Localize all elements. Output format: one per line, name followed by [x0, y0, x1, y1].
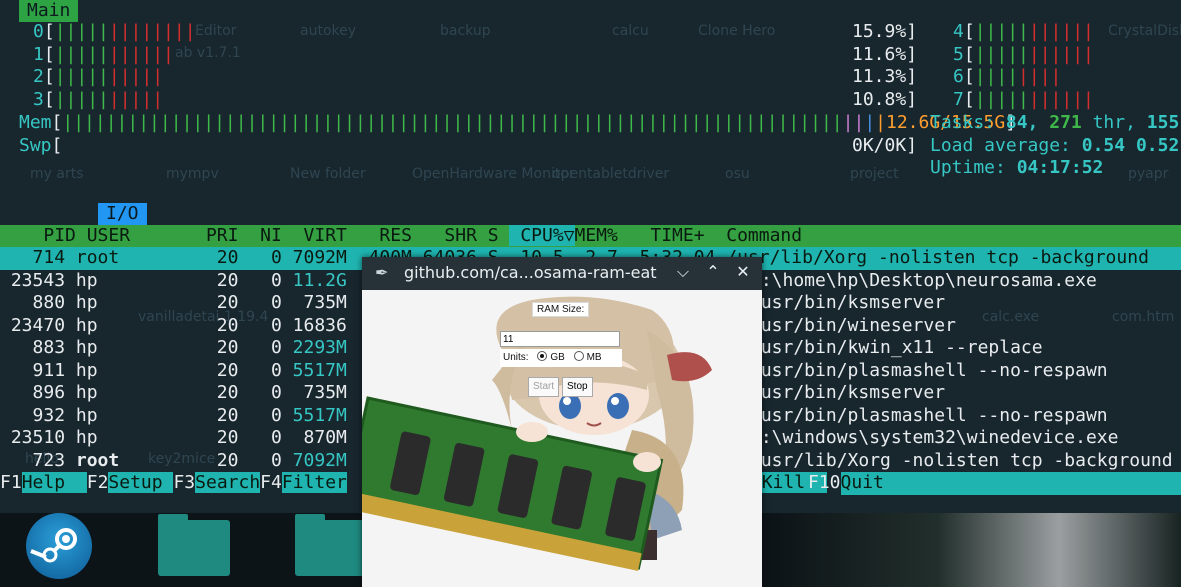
cpu-meter-5: 5[||||||||||| [953, 44, 1094, 65]
table-row[interactable]: 932 hp 20 0 5517M/usr/bin/plasmashell --… [0, 405, 1108, 428]
chevron-up-icon[interactable]: ⌃ [702, 261, 724, 283]
table-row[interactable]: 23470 hp 20 0 16836/usr/bin/wineserver [0, 315, 956, 338]
ram-eater-window[interactable]: ✒ github.com/ca...osama-ram-eat ⌵ ⌃ ✕ RA… [362, 257, 762, 587]
close-icon[interactable]: ✕ [732, 261, 754, 283]
load-average: Load average: 0.54 0.52 [930, 135, 1180, 156]
table-row[interactable]: 896 hp 20 0 735M/usr/bin/ksmserver [0, 382, 946, 405]
swp-meter: Swp[ [19, 135, 63, 156]
desktop-icon-label: opentabletdriver [552, 166, 670, 182]
col-time[interactable]: TIME+ [650, 225, 704, 246]
chevron-down-icon[interactable]: ⌵ [672, 261, 694, 283]
cpu-meter-2: 2[|||||||||| [33, 66, 164, 87]
cpu-pct-1: 11.6%] [852, 44, 918, 65]
cpu-meter-7: 7[||||||||||| [953, 89, 1094, 110]
uptime: Uptime: 04:17:52 [930, 157, 1104, 178]
cpu-pct-0: 15.9%] [852, 21, 918, 42]
desktop-icon-label: calcu [612, 23, 649, 39]
desktop-icon-label: backup [440, 23, 491, 39]
start-button[interactable]: Start [528, 377, 560, 397]
table-row[interactable]: 880 hp 20 0 735M/usr/bin/ksmserver [0, 292, 946, 315]
swp-value: 0K/0K] [852, 135, 918, 156]
cpu-meter-4: 4[||||||||||| [953, 21, 1094, 42]
f4-filter[interactable]: F4Filter [260, 472, 347, 493]
cpu-meter-0: 0[||||||||||||| [33, 21, 196, 42]
tab-io[interactable]: I/O [98, 203, 147, 225]
desktop-icon-label: calc.exe [982, 309, 1040, 325]
col-ni[interactable]: NI [260, 225, 282, 246]
desktop-icon-label: New folder [290, 166, 366, 182]
ram-size-label: RAM Size: [532, 302, 590, 317]
tab-main[interactable]: Main [19, 0, 79, 22]
col-pid[interactable]: PID [0, 225, 76, 246]
cpu-pct-3: 10.8%] [852, 89, 918, 110]
col-user[interactable]: USER [87, 225, 130, 246]
steam-icon[interactable] [26, 513, 92, 579]
window-titlebar[interactable]: ✒ github.com/ca...osama-ram-eat ⌵ ⌃ ✕ [362, 257, 762, 290]
desktop-icon-label: Editor [195, 23, 237, 39]
desktop-icon-label: com.htm [1112, 309, 1175, 325]
col-res[interactable]: RES [379, 225, 412, 246]
col-cpu-sorted[interactable]: CPU%▽ [509, 225, 575, 246]
col-command[interactable]: Command [726, 225, 802, 246]
desktop-icon-label: OpenHardware Monitor [412, 166, 575, 182]
desktop-icon-label: mympv [166, 166, 219, 182]
folder-icon[interactable] [295, 514, 367, 576]
f2-setup[interactable]: F2Setup [87, 472, 174, 493]
cpu-meter-6: 6[|||||||| [953, 66, 1062, 87]
col-mem[interactable]: MEM% [575, 225, 618, 246]
desktop-icon-label: Clone Hero [698, 23, 776, 39]
desktop-icon-label: autokey [300, 23, 357, 39]
tasks-readout: Tasks: 84, 271 thr, 155 [930, 112, 1180, 133]
cpu-meter-3: 3[|||||||||| [33, 89, 164, 110]
desktop-icon-label: ab v1.7.1 [175, 45, 241, 61]
window-title: github.com/ca...osama-ram-eat [404, 263, 657, 282]
f3-search[interactable]: F3Search [173, 472, 261, 493]
stop-button[interactable]: Stop [562, 377, 593, 397]
table-row[interactable]: 723 root 20 0 7092M/usr/lib/Xorg -nolist… [0, 450, 1173, 473]
radio-selected-icon[interactable] [537, 351, 548, 361]
wallpaper-fragment [775, 513, 1181, 587]
process-table-header[interactable]: PID USER PRI NI VIRT RES SHR S CPU%▽MEM%… [0, 225, 1181, 248]
desktop-icon-label: pyapr [1128, 166, 1169, 182]
f1-help[interactable]: F1Help [0, 472, 87, 493]
ram-size-input[interactable]: 11 [500, 331, 620, 347]
mem-meter: Mem[||||||||||||||||||||||||||||||||||||… [19, 112, 1017, 133]
window-content: RAM Size: 11 Units: GB MB Start Stop [362, 290, 762, 587]
cpu-meter-1: 1[||||||||||| [33, 44, 174, 65]
table-row[interactable]: 883 hp 20 0 2293M/usr/bin/kwin_x11 --rep… [0, 337, 1043, 360]
desktop-icon-label: my arts [30, 166, 84, 182]
col-shr[interactable]: SHR [444, 225, 477, 246]
radio-unselected-icon[interactable] [573, 351, 584, 361]
feather-icon: ✒ [375, 263, 389, 282]
f10-quit[interactable]: F10Quit [808, 472, 1181, 495]
steam-logo-icon [30, 528, 77, 563]
units-label: Units: [503, 352, 529, 363]
folder-icon[interactable] [158, 514, 230, 576]
table-row[interactable]: 911 hp 20 0 5517M/usr/bin/plasmashell --… [0, 360, 1108, 383]
col-virt[interactable]: VIRT [304, 225, 347, 246]
desktop-icon-label: CrystalDisk Info9_2_3 [1108, 23, 1181, 39]
cpu-pct-2: 11.3%] [852, 66, 918, 87]
table-row[interactable]: 23510 hp 20 0 870M C:\windows\system32\wi… [0, 427, 1119, 450]
col-pri[interactable]: PRI [206, 225, 239, 246]
units-group: Units: GB MB [500, 349, 622, 367]
unit-mb-radio[interactable]: MB [568, 351, 602, 363]
unit-gb-radio[interactable]: GB [531, 351, 565, 363]
desktop-icon-label: project [850, 166, 899, 182]
col-s[interactable]: S [488, 225, 499, 246]
desktop-icon-label: osu [725, 166, 750, 182]
